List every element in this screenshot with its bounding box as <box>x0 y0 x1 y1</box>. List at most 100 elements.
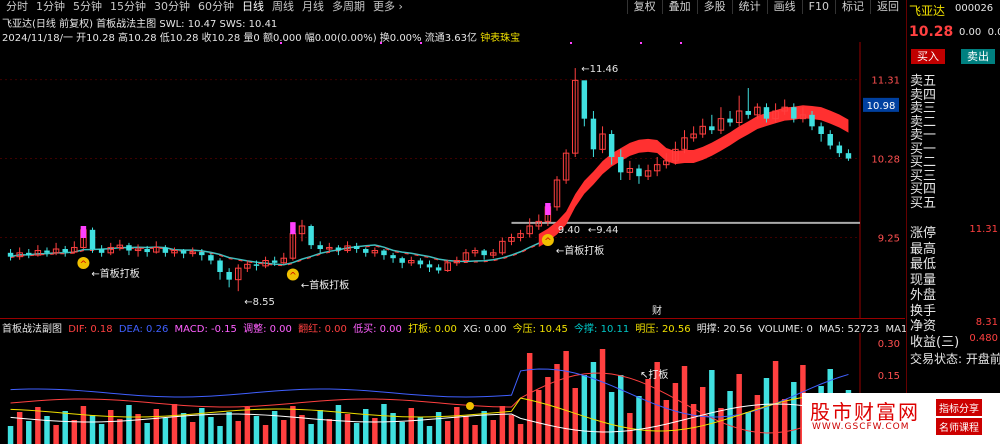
volume-bar <box>135 414 141 444</box>
volume-bar <box>709 370 715 444</box>
volume-bar <box>545 377 551 444</box>
candle-body <box>608 134 615 157</box>
period-toolbar: 分时 1分钟 5分钟 15分钟 30分钟 60分钟 日线 周线 月线 多周期 更多 › 复权 叠加 多股… <box>0 0 905 14</box>
signal-label: ←首板打板 <box>556 244 604 257</box>
panel-stock-code: 000026 <box>955 3 994 14</box>
candle-body <box>390 255 396 259</box>
candle-body <box>89 229 96 249</box>
watermark-url: WWW.GSCFW.COM <box>812 422 910 432</box>
candle-body <box>426 264 433 268</box>
sell-button[interactable]: 卖出 <box>961 49 995 64</box>
volume-bar <box>399 422 405 444</box>
volume-bar <box>563 351 569 444</box>
candle-body <box>827 134 833 146</box>
sub-axis-label: 0.15 <box>878 371 900 382</box>
volume-bar <box>290 406 296 444</box>
volume-bar <box>417 417 424 444</box>
volume-bar <box>53 425 59 444</box>
toolbar-button[interactable]: 统计 <box>731 0 767 14</box>
toolbar-button[interactable]: 多股 <box>696 0 732 14</box>
period-tab[interactable]: 多周期 <box>328 0 369 14</box>
period-tab[interactable]: 日线 <box>238 0 268 14</box>
period-tab[interactable]: 15分钟 <box>106 0 150 14</box>
watermark-tag-course: 名师课程 <box>936 418 982 435</box>
volume-bar <box>463 416 469 444</box>
price-axis-label: 9.25 <box>878 234 900 245</box>
price-axis-label: 11.31 <box>871 76 900 87</box>
signal-candle <box>80 226 87 238</box>
candle-body <box>763 107 770 119</box>
volume-bar <box>162 418 169 444</box>
volume-bar <box>390 413 396 444</box>
candle-body <box>381 250 387 256</box>
period-tab[interactable]: 5分钟 <box>69 0 106 14</box>
level-mid-label: 9.40 <box>558 225 580 236</box>
period-tab[interactable]: 60分钟 <box>194 0 238 14</box>
toolbar-button[interactable]: F10 <box>801 0 835 14</box>
volume-bar <box>71 420 78 444</box>
volume-bar <box>35 407 41 444</box>
candle-body <box>335 247 342 251</box>
volume-bar <box>317 410 323 444</box>
volume-bar <box>153 409 160 444</box>
watermark-tag-share: 指标分享 <box>936 399 982 416</box>
candle-body <box>7 252 14 257</box>
period-tab[interactable]: 分时 <box>2 0 32 14</box>
volume-bar <box>335 405 342 444</box>
volume-bar <box>7 426 14 444</box>
signal-arrow-icon: ^ <box>80 260 88 270</box>
candle-body <box>481 250 487 256</box>
period-tab[interactable]: 1分钟 <box>32 0 69 14</box>
main-kline-chart[interactable]: 11.3110.289.2510.98^←首板打板 ^←首板打板^←首板打板←11… <box>0 42 905 318</box>
chart-divider <box>0 318 905 319</box>
sub-indicator-chart[interactable]: 0.30 0.15 ↖打板 <box>0 333 905 444</box>
toolbar-button[interactable]: 返回 <box>870 0 905 14</box>
panel-stock-name: 飞亚达 <box>909 4 946 18</box>
volume-bar <box>517 424 524 444</box>
volume-bar <box>536 390 542 444</box>
period-tab[interactable]: 更多 › <box>369 0 407 14</box>
candle-body <box>144 249 150 253</box>
volume-bar <box>126 405 132 444</box>
volume-bar <box>408 408 415 444</box>
candle-body <box>636 168 642 177</box>
current-price-text: 10.98 <box>867 101 896 112</box>
volume-bar <box>344 414 351 444</box>
toolbar-button[interactable]: 复权 <box>626 0 662 14</box>
volume-bar <box>180 413 187 444</box>
volume-bar <box>208 417 214 444</box>
change-value: 0.00 <box>959 27 982 38</box>
volume-bar <box>526 353 533 444</box>
period-tabs: 分时 1分钟 5分钟 15分钟 30分钟 60分钟 日线 周线 月线 多周期 更多 › <box>2 0 407 14</box>
volume-bar <box>89 415 96 444</box>
candle-body <box>317 245 323 249</box>
period-tab[interactable]: 30分钟 <box>150 0 194 14</box>
volume-bar <box>235 421 241 444</box>
top-marker <box>420 42 422 44</box>
toolbar-button[interactable]: 标记 <box>835 0 870 14</box>
candle-body <box>363 249 369 253</box>
signal-candle <box>290 222 296 235</box>
candle-body <box>98 249 105 253</box>
toolbar-button[interactable]: 画线 <box>766 0 802 14</box>
volume-bar <box>763 378 770 444</box>
period-tab[interactable]: 月线 <box>298 0 328 14</box>
candle-body <box>818 126 824 134</box>
candle-body <box>417 260 424 265</box>
candle-body <box>791 107 797 119</box>
candle-body <box>745 111 751 115</box>
buy-button[interactable]: 买入 <box>911 49 945 64</box>
panel-change: 0.00 0.00 <box>959 27 1000 38</box>
candle-body <box>590 118 597 150</box>
candle-body <box>399 258 405 263</box>
toolbar-button[interactable]: 叠加 <box>661 0 697 14</box>
candle-body <box>435 267 442 271</box>
candle-body <box>208 255 214 261</box>
candle-body <box>217 260 223 272</box>
volume-bar <box>117 419 123 444</box>
candle-body <box>253 264 260 266</box>
period-tab[interactable]: 周线 <box>268 0 298 14</box>
candle-body <box>836 145 843 154</box>
candle-body <box>226 272 232 280</box>
volume-bar <box>171 404 178 444</box>
